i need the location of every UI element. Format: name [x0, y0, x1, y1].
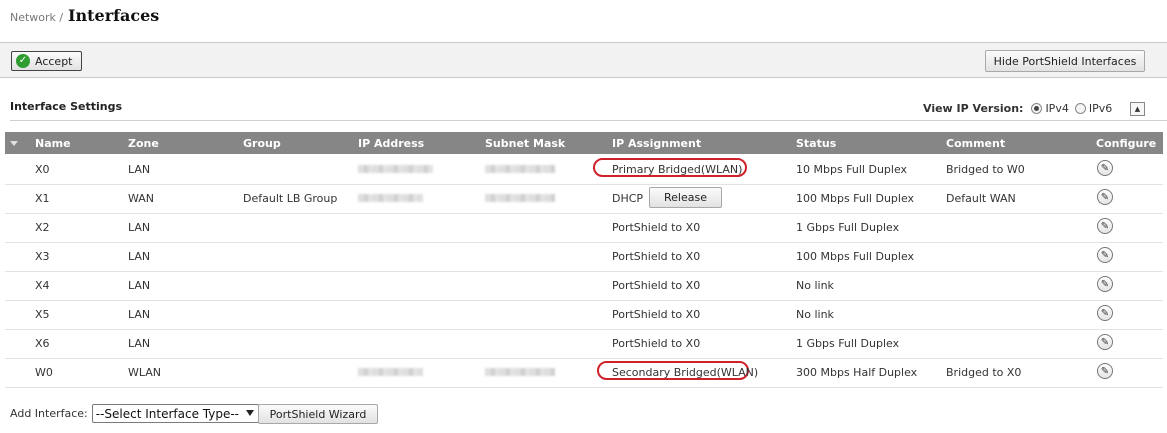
interface-status: 1 Gbps Full Duplex — [796, 221, 900, 234]
ip-assignment: PortShield to X0 — [612, 250, 701, 263]
pencil-edit-icon[interactable]: ✎ — [1097, 276, 1113, 292]
interface-name: X6 — [35, 337, 50, 350]
interface-zone[interactable]: LAN — [128, 163, 150, 176]
interface-name: X1 — [35, 192, 50, 205]
table-row: X2 LAN PortShield to X0 1 Gbps Full Dupl… — [5, 213, 1163, 243]
toolbar: ✓ Accept Hide PortShield Interfaces — [0, 43, 1167, 78]
interface-name: X5 — [35, 308, 50, 321]
pencil-edit-icon[interactable]: ✎ — [1097, 363, 1113, 379]
redacted-ip-address — [358, 194, 423, 202]
interface-name: X4 — [35, 279, 50, 292]
ip-assignment: Secondary Bridged(WLAN) — [612, 366, 759, 379]
hide-portshield-button[interactable]: Hide PortShield Interfaces — [985, 50, 1145, 72]
interface-zone[interactable]: LAN — [128, 337, 150, 350]
interface-status: 10 Mbps Full Duplex — [796, 163, 908, 176]
interface-zone[interactable]: WAN — [128, 192, 154, 205]
ipv6-radio[interactable] — [1074, 103, 1086, 114]
ip-assignment: PortShield to X0 — [612, 337, 701, 350]
interface-status: 100 Mbps Full Duplex — [796, 250, 915, 263]
column-header-zone[interactable]: Zone — [128, 137, 159, 150]
ip-assignment: Primary Bridged(WLAN) — [612, 163, 743, 176]
interface-zone[interactable]: LAN — [128, 308, 150, 321]
release-button[interactable]: Release — [649, 187, 722, 208]
ipv4-label: IPv4 — [1045, 102, 1069, 115]
ipv4-radio[interactable] — [1031, 103, 1043, 114]
table-row: W0 WLAN Secondary Bridged(WLAN) 300 Mbps… — [5, 358, 1163, 388]
interface-name: X2 — [35, 221, 50, 234]
column-header-group[interactable]: Group — [243, 137, 281, 150]
section-title: Interface Settings — [10, 100, 123, 113]
pencil-edit-icon[interactable]: ✎ — [1097, 334, 1113, 350]
redacted-ip-address — [358, 368, 423, 376]
column-header-status[interactable]: Status — [796, 137, 836, 150]
redacted-ip-address — [358, 165, 433, 173]
select-value: --Select Interface Type-- — [95, 406, 240, 421]
table-row: X3 LAN PortShield to X0 100 Mbps Full Du… — [5, 242, 1163, 272]
portshield-wizard-button[interactable]: PortShield Wizard — [258, 404, 378, 424]
column-header-subnet-mask[interactable]: Subnet Mask — [485, 137, 565, 150]
interface-zone[interactable]: LAN — [128, 279, 150, 292]
interface-comment: Bridged to W0 — [946, 163, 1025, 176]
chevron-down-icon — [245, 410, 254, 416]
table-row: X1 WAN Default LB Group DHCP Release 100… — [5, 184, 1163, 214]
interface-type-select[interactable]: --Select Interface Type-- — [91, 404, 259, 423]
table-row: X4 LAN PortShield to X0 No link ✎ — [5, 271, 1163, 301]
interface-name: X0 — [35, 163, 50, 176]
table-row: X0 LAN Primary Bridged(WLAN) 10 Mbps Ful… — [5, 155, 1163, 185]
interface-zone[interactable]: LAN — [128, 221, 150, 234]
pencil-edit-icon[interactable]: ✎ — [1097, 218, 1113, 234]
redacted-subnet-mask — [485, 368, 555, 376]
table-row: X6 LAN PortShield to X0 1 Gbps Full Dupl… — [5, 329, 1163, 359]
check-circle-icon: ✓ — [16, 54, 30, 68]
pencil-edit-icon[interactable]: ✎ — [1097, 160, 1113, 176]
ip-assignment: DHCP — [612, 192, 644, 205]
table-header: Name Zone Group IP Address Subnet Mask I… — [5, 132, 1163, 154]
ip-assignment: PortShield to X0 — [612, 308, 701, 321]
ipv6-label: IPv6 — [1088, 102, 1113, 115]
column-header-configure: Configure — [1096, 137, 1157, 150]
triangle-down-icon[interactable] — [10, 141, 18, 146]
triangle-up-icon: ▲ — [1134, 105, 1141, 113]
redacted-subnet-mask — [485, 165, 555, 173]
interface-status: 1 Gbps Full Duplex — [796, 337, 900, 350]
ip-assignment: PortShield to X0 — [612, 221, 701, 234]
ip-version-selector: View IP Version: IPv4 IPv6 — [923, 102, 1118, 115]
add-interface-row: Add Interface: --Select Interface Type-- — [10, 404, 259, 423]
interface-name: X3 — [35, 250, 50, 263]
redacted-subnet-mask — [485, 194, 555, 202]
interface-status: No link — [796, 279, 834, 292]
breadcrumb[interactable]: Network / — [10, 11, 63, 24]
interface-zone[interactable]: WLAN — [128, 366, 161, 379]
add-interface-label: Add Interface: — [10, 407, 88, 420]
column-header-comment[interactable]: Comment — [946, 137, 1005, 150]
column-header-ip-address[interactable]: IP Address — [358, 137, 424, 150]
interface-group: Default LB Group — [243, 192, 338, 205]
table-row: X5 LAN PortShield to X0 No link ✎ — [5, 300, 1163, 330]
page-title: Interfaces — [68, 6, 160, 25]
pencil-edit-icon[interactable]: ✎ — [1097, 189, 1113, 205]
interface-zone[interactable]: LAN — [128, 250, 150, 263]
interface-comment: Bridged to X0 — [946, 366, 1022, 379]
pencil-edit-icon[interactable]: ✎ — [1097, 247, 1113, 263]
accept-label: Accept — [35, 54, 73, 68]
ip-assignment: PortShield to X0 — [612, 279, 701, 292]
view-ip-label: View IP Version: — [923, 102, 1024, 115]
column-header-name[interactable]: Name — [35, 137, 71, 150]
interface-status: 100 Mbps Full Duplex — [796, 192, 915, 205]
interface-status: 300 Mbps Half Duplex — [796, 366, 918, 379]
divider — [10, 120, 1167, 121]
interface-name: W0 — [35, 366, 53, 379]
collapse-section-button[interactable]: ▲ — [1130, 102, 1145, 116]
accept-button[interactable]: ✓ Accept — [11, 51, 82, 71]
interface-status: No link — [796, 308, 834, 321]
interface-comment: Default WAN — [946, 192, 1016, 205]
column-header-ip-assignment[interactable]: IP Assignment — [612, 137, 701, 150]
pencil-edit-icon[interactable]: ✎ — [1097, 305, 1113, 321]
